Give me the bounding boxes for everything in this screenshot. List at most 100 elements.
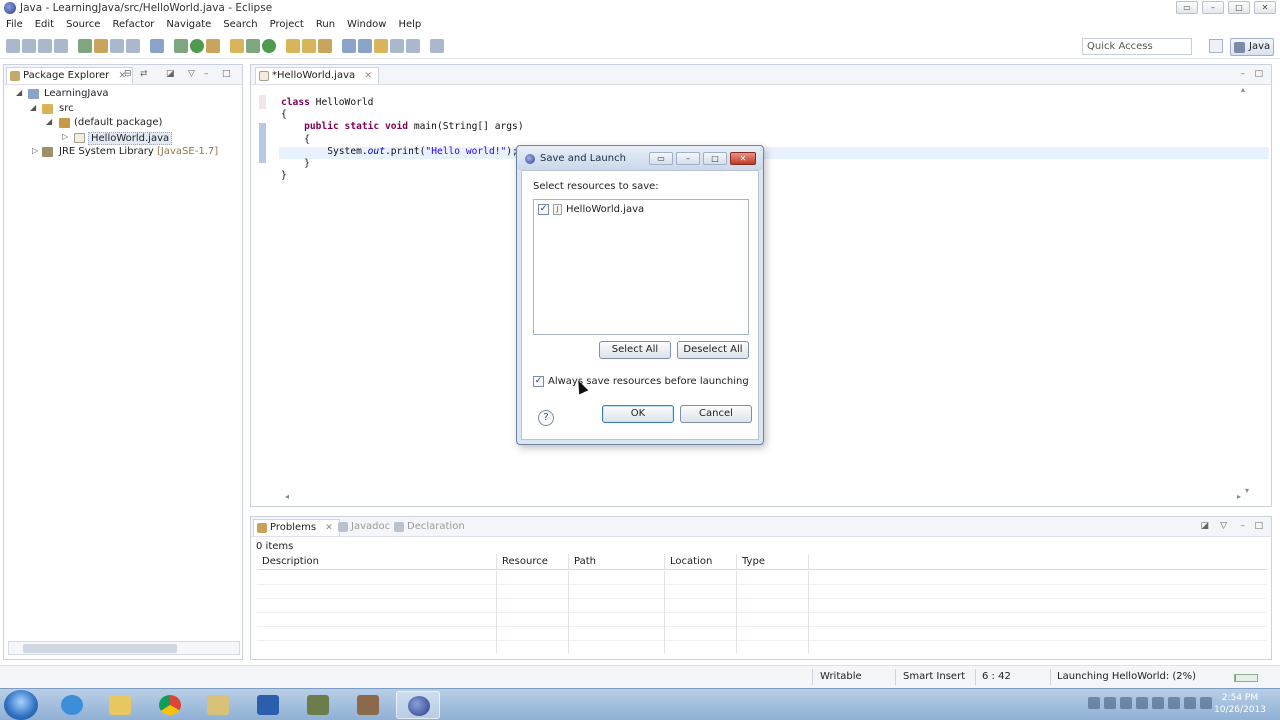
dialog-titlebar[interactable]: Save and Launch ▭ – □ ✕ (517, 146, 763, 170)
skip-breakpoints-icon[interactable] (150, 39, 164, 53)
scroll-up-icon[interactable]: ▴ (1241, 85, 1245, 94)
collapsed-icon[interactable]: ▷ (32, 146, 38, 155)
mark-occurrences-icon[interactable] (94, 39, 108, 53)
collapse-all-icon[interactable]: ⊟ (124, 69, 132, 79)
menu-navigate[interactable]: Navigate (160, 17, 217, 34)
minimize-icon[interactable]: – (1241, 69, 1246, 79)
open-perspective-icon[interactable] (1209, 39, 1223, 53)
taskbar-clock[interactable]: 2:54 PM 10/26/2013 (1212, 692, 1268, 716)
dialog-close-button[interactable]: ✕ (730, 152, 756, 165)
scroll-down-icon[interactable]: ▾ (1245, 486, 1249, 495)
list-item[interactable]: ✓ J HelloWorld.java (538, 204, 644, 215)
menu-project[interactable]: Project (264, 17, 310, 34)
window-restore-button[interactable]: ▭ (1176, 1, 1198, 14)
focus-icon[interactable]: ◪ (1200, 521, 1209, 531)
tree-item-helloworld[interactable]: ▷ HelloWorld.java (4, 131, 242, 146)
menu-run[interactable]: Run (310, 17, 341, 34)
open-task-icon[interactable] (318, 39, 332, 53)
taskbar-app-2[interactable] (346, 691, 390, 719)
dialog-restore-button[interactable]: ▭ (649, 152, 673, 165)
taskbar-chrome[interactable] (148, 691, 192, 719)
network-icon[interactable] (1088, 697, 1100, 709)
debug-icon[interactable] (174, 39, 188, 53)
pin-editor-icon[interactable] (430, 39, 444, 53)
forward-icon[interactable] (406, 39, 420, 53)
deselect-all-button[interactable]: Deselect All (677, 341, 749, 359)
minimize-icon[interactable]: – (204, 69, 209, 79)
bluetooth-icon[interactable] (1136, 697, 1148, 709)
progress-indicator[interactable] (1234, 674, 1258, 682)
editor-vertical-scrollbar[interactable]: ▴ ▾ (1241, 85, 1251, 495)
tree-item-jre-library[interactable]: ▷ JRE System Library [JavaSE-1.7] (4, 145, 242, 160)
expanded-icon[interactable]: ◢ (30, 103, 36, 112)
editor-horizontal-scrollbar[interactable]: ◂ ▸ (285, 492, 1241, 502)
maximize-icon[interactable]: □ (1254, 521, 1263, 531)
start-button[interactable] (4, 690, 38, 720)
flag-icon[interactable] (1184, 697, 1196, 709)
taskbar-eclipse[interactable] (396, 691, 440, 719)
column-resource[interactable]: Resource (497, 554, 569, 569)
taskbar-internet-explorer[interactable] (50, 691, 94, 719)
save-all-icon[interactable] (38, 39, 52, 53)
scroll-left-icon[interactable]: ◂ (285, 492, 289, 501)
window-minimize-button[interactable]: – (1202, 1, 1224, 14)
java-perspective-button[interactable]: Java (1230, 38, 1274, 56)
window-maximize-button[interactable]: □ (1228, 1, 1250, 14)
menu-help[interactable]: Help (392, 17, 427, 34)
view-menu-icon[interactable]: ▽ (1220, 521, 1227, 531)
taskbar-texmaker[interactable] (196, 691, 240, 719)
always-save-option[interactable]: ✓ Always save resources before launching (533, 376, 749, 387)
taskbar-word[interactable] (246, 691, 290, 719)
maximize-icon[interactable]: □ (1254, 69, 1263, 79)
new-package-icon[interactable] (246, 39, 260, 53)
ok-button[interactable]: OK (602, 405, 674, 423)
back-icon[interactable] (390, 39, 404, 53)
window-close-button[interactable]: ✕ (1254, 1, 1276, 14)
tab-problems[interactable]: Problems ✕ (253, 519, 340, 536)
menu-source[interactable]: Source (60, 17, 106, 34)
focus-icon[interactable]: ◪ (166, 69, 175, 79)
tab-declaration[interactable]: Declaration (391, 519, 471, 536)
column-type[interactable]: Type (737, 554, 809, 569)
always-save-checkbox[interactable]: ✓ (533, 376, 544, 387)
last-edit-location-icon[interactable] (374, 39, 388, 53)
open-type-icon[interactable] (286, 39, 300, 53)
horizontal-scrollbar[interactable] (8, 641, 240, 655)
previous-annotation-icon[interactable] (358, 39, 372, 53)
tree-item-src[interactable]: ◢ src (4, 102, 242, 117)
select-all-button[interactable]: Select All (599, 341, 671, 359)
column-description[interactable]: Description (257, 554, 497, 569)
expanded-icon[interactable]: ◢ (46, 117, 52, 126)
save-icon[interactable] (22, 39, 36, 53)
menu-file[interactable]: File (0, 17, 29, 34)
scrollbar-thumb[interactable] (23, 644, 177, 653)
new-class-icon[interactable] (262, 39, 276, 53)
code-text[interactable]: class HelloWorld { public static void ma… (281, 97, 524, 182)
external-tools-icon[interactable] (206, 39, 220, 53)
print-icon[interactable] (54, 39, 68, 53)
show-hidden-icons-icon[interactable] (1104, 697, 1116, 709)
maximize-icon[interactable]: □ (222, 69, 231, 79)
tree-item-default-package[interactable]: ◢ (default package) (4, 116, 242, 131)
close-icon[interactable]: ✕ (325, 523, 333, 533)
status-progress-text[interactable]: Launching HelloWorld: (2%) (1057, 671, 1196, 682)
tab-package-explorer[interactable]: Package Explorer ✕ (6, 67, 133, 84)
quick-access-input[interactable]: Quick Access (1082, 38, 1192, 55)
close-icon[interactable]: ✕ (364, 71, 372, 81)
dialog-maximize-button[interactable]: □ (703, 152, 727, 165)
link-with-editor-icon[interactable]: ⇄ (140, 69, 148, 79)
volume-icon[interactable] (1152, 697, 1164, 709)
column-path[interactable]: Path (569, 554, 665, 569)
tab-helloworld-java[interactable]: *HelloWorld.java ✕ (255, 67, 379, 84)
taskbar-explorer[interactable] (98, 691, 142, 719)
menu-edit[interactable]: Edit (29, 17, 60, 34)
menu-search[interactable]: Search (217, 17, 263, 34)
dialog-minimize-button[interactable]: – (676, 152, 700, 165)
menu-refactor[interactable]: Refactor (106, 17, 160, 34)
tree-item-project[interactable]: ◢ LearningJava (4, 87, 242, 102)
tab-javadoc[interactable]: Javadoc (335, 519, 396, 536)
next-annotation-icon[interactable] (342, 39, 356, 53)
search-icon[interactable] (302, 39, 316, 53)
minimize-icon[interactable]: – (1241, 521, 1246, 531)
block-selection-icon[interactable] (110, 39, 124, 53)
